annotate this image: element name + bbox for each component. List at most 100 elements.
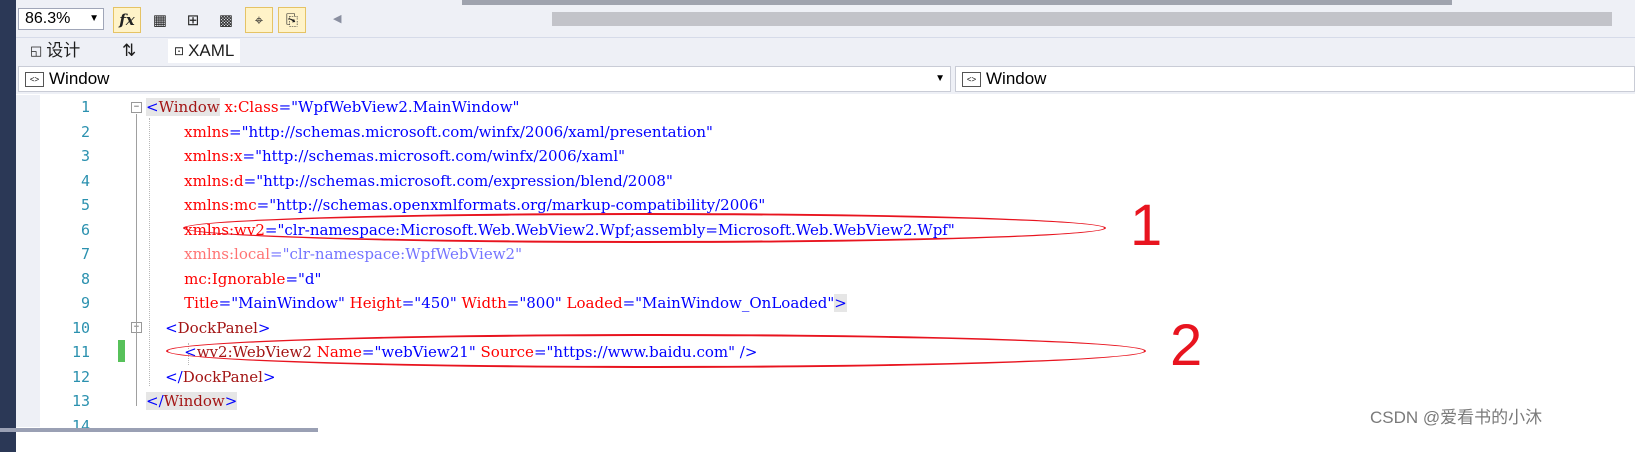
tab-design[interactable]: ◱ 设计 [30, 39, 80, 63]
code-token: = [270, 245, 283, 263]
line-number: 8 [80, 269, 90, 288]
code-token: Window [163, 392, 225, 410]
code-token: </ [146, 367, 183, 386]
zoom-combobox[interactable]: 86.3% ▼ [18, 8, 104, 30]
element-icon: <> [962, 72, 981, 87]
code-token: = [228, 122, 242, 141]
code-line[interactable]: <Window x:Class="WpfWebView2.MainWindow" [146, 98, 519, 116]
snap-grid-icon[interactable]: ⊞ [179, 7, 207, 33]
highlight-oval-1 [183, 213, 1106, 243]
code-token: DockPanel [177, 318, 258, 337]
element-selector-left[interactable]: <> Window ▼ [18, 66, 951, 92]
view-tabs: ◱ 设计 ⇅ ⊡ XAML [16, 38, 1635, 64]
code-token: mc:Ignorable [146, 269, 286, 288]
line-number: 11 [71, 343, 90, 361]
code-token: "http://schemas.microsoft.com/winfx/2006… [255, 147, 626, 165]
line-number: 7 [80, 245, 90, 263]
code-token: xmlns:mc [146, 196, 257, 214]
code-token: = [622, 294, 636, 312]
code-token: < [146, 318, 178, 337]
code-token: = [506, 294, 520, 312]
indent-guide [149, 118, 150, 386]
element-selector-right-value: Window [986, 69, 1047, 88]
code-token: xmlns:local [146, 245, 271, 263]
code-token: "MainWindow" [231, 294, 345, 312]
code-token: = [278, 98, 292, 116]
code-token: xmlns [146, 122, 229, 141]
checker-icon[interactable]: ▩ [212, 7, 240, 33]
element-icon: <> [25, 72, 44, 87]
code-token: "http://schemas.microsoft.com/expression… [256, 171, 673, 190]
line-number: 10 [71, 318, 90, 337]
line-number: 9 [80, 294, 90, 312]
watermark: CSDN @爱看书的小沐 [1370, 408, 1543, 427]
code-token: </ [146, 392, 164, 410]
swap-panes-button[interactable]: ⇅ [122, 39, 136, 63]
fx-icon[interactable]: fx [113, 7, 141, 33]
code-token: Title [146, 294, 219, 312]
code-token: xmlns:x [146, 147, 243, 165]
snap-lines-icon[interactable]: ⌖ [245, 7, 273, 33]
tab-design-label: 设计 [46, 41, 81, 60]
highlight-oval-2 [166, 334, 1146, 368]
scroll-left-icon[interactable]: ◀ [333, 12, 341, 25]
code-token: < [146, 98, 159, 116]
xaml-icon: ⊡ [174, 44, 185, 58]
element-selector-left-value: Window [49, 69, 110, 88]
annotation-label-2: 2 [1170, 313, 1203, 378]
zoom-value: 86.3% [25, 10, 71, 27]
scroll-track-top [462, 0, 1452, 5]
code-token: > [257, 318, 271, 337]
element-selector-right[interactable]: <> Window [955, 66, 1635, 92]
horizontal-scrollbar[interactable] [552, 12, 1612, 26]
code-line[interactable]: xmlns:mc="http://schemas.openxmlformats.… [146, 196, 765, 214]
code-token: "clr-namespace:WpfWebView2" [282, 245, 522, 263]
code-token: Window [158, 98, 220, 116]
code-token: "450" [414, 294, 457, 312]
navigation-bar: <> Window ▼ <> Window [16, 64, 1635, 94]
chevron-down-icon[interactable]: ▼ [935, 67, 945, 91]
line-number: 13 [71, 392, 90, 410]
grid-icon[interactable]: ▦ [146, 7, 174, 33]
line-number: 6 [80, 220, 90, 239]
fold-guide [136, 114, 137, 406]
code-token: Loaded [561, 294, 623, 312]
code-token: Width [456, 294, 507, 312]
code-token: "http://schemas.openxmlformats.org/marku… [269, 196, 766, 214]
code-token: = [285, 269, 299, 288]
code-line[interactable]: xmlns:d="http://schemas.microsoft.com/ex… [146, 172, 673, 190]
code-token: > [834, 294, 847, 312]
code-token: "http://schemas.microsoft.com/winfx/2006… [241, 122, 713, 141]
device-icon[interactable]: ⎘ [278, 7, 306, 33]
code-line[interactable]: </Window> [146, 392, 238, 410]
code-line[interactable]: <DockPanel> [146, 319, 270, 337]
code-line[interactable]: xmlns:local="clr-namespace:WpfWebView2" [146, 245, 522, 263]
line-number: 2 [80, 122, 90, 141]
code-token: Height [344, 294, 402, 312]
code-token: x:Class [219, 98, 279, 116]
code-line[interactable]: xmlns="http://schemas.microsoft.com/winf… [146, 123, 713, 141]
code-line[interactable]: mc:Ignorable="d" [146, 270, 321, 288]
code-token: "800" [519, 294, 562, 312]
code-token: DockPanel [182, 367, 263, 386]
code-token: "WpfWebView2.MainWindow" [291, 98, 520, 116]
line-number: 12 [71, 367, 90, 386]
swap-icon: ⇅ [122, 41, 137, 60]
code-token: = [242, 147, 256, 165]
annotation-label-1: 1 [1130, 193, 1163, 258]
editor-horizontal-scrollbar[interactable] [0, 428, 318, 432]
code-line[interactable]: Title="MainWindow" Height="450" Width="8… [146, 294, 847, 312]
tab-xaml[interactable]: ⊡ XAML [168, 39, 241, 63]
designer-toolbar: 86.3% ▼ fx ▦ ⊞ ▩ ⌖ ⎘ ◀ [16, 0, 1635, 38]
design-icon: ◱ [30, 43, 43, 58]
editor-margin [16, 95, 40, 427]
line-number: 5 [80, 196, 90, 214]
line-number: 4 [80, 171, 90, 190]
code-token: "d" [298, 269, 322, 288]
change-marker [118, 340, 125, 362]
line-number: 3 [80, 147, 90, 165]
chevron-down-icon[interactable]: ▼ [89, 9, 99, 29]
code-line[interactable]: xmlns:x="http://schemas.microsoft.com/wi… [146, 147, 625, 165]
collapse-icon[interactable]: − [131, 102, 142, 113]
code-line[interactable]: </DockPanel> [146, 367, 275, 386]
